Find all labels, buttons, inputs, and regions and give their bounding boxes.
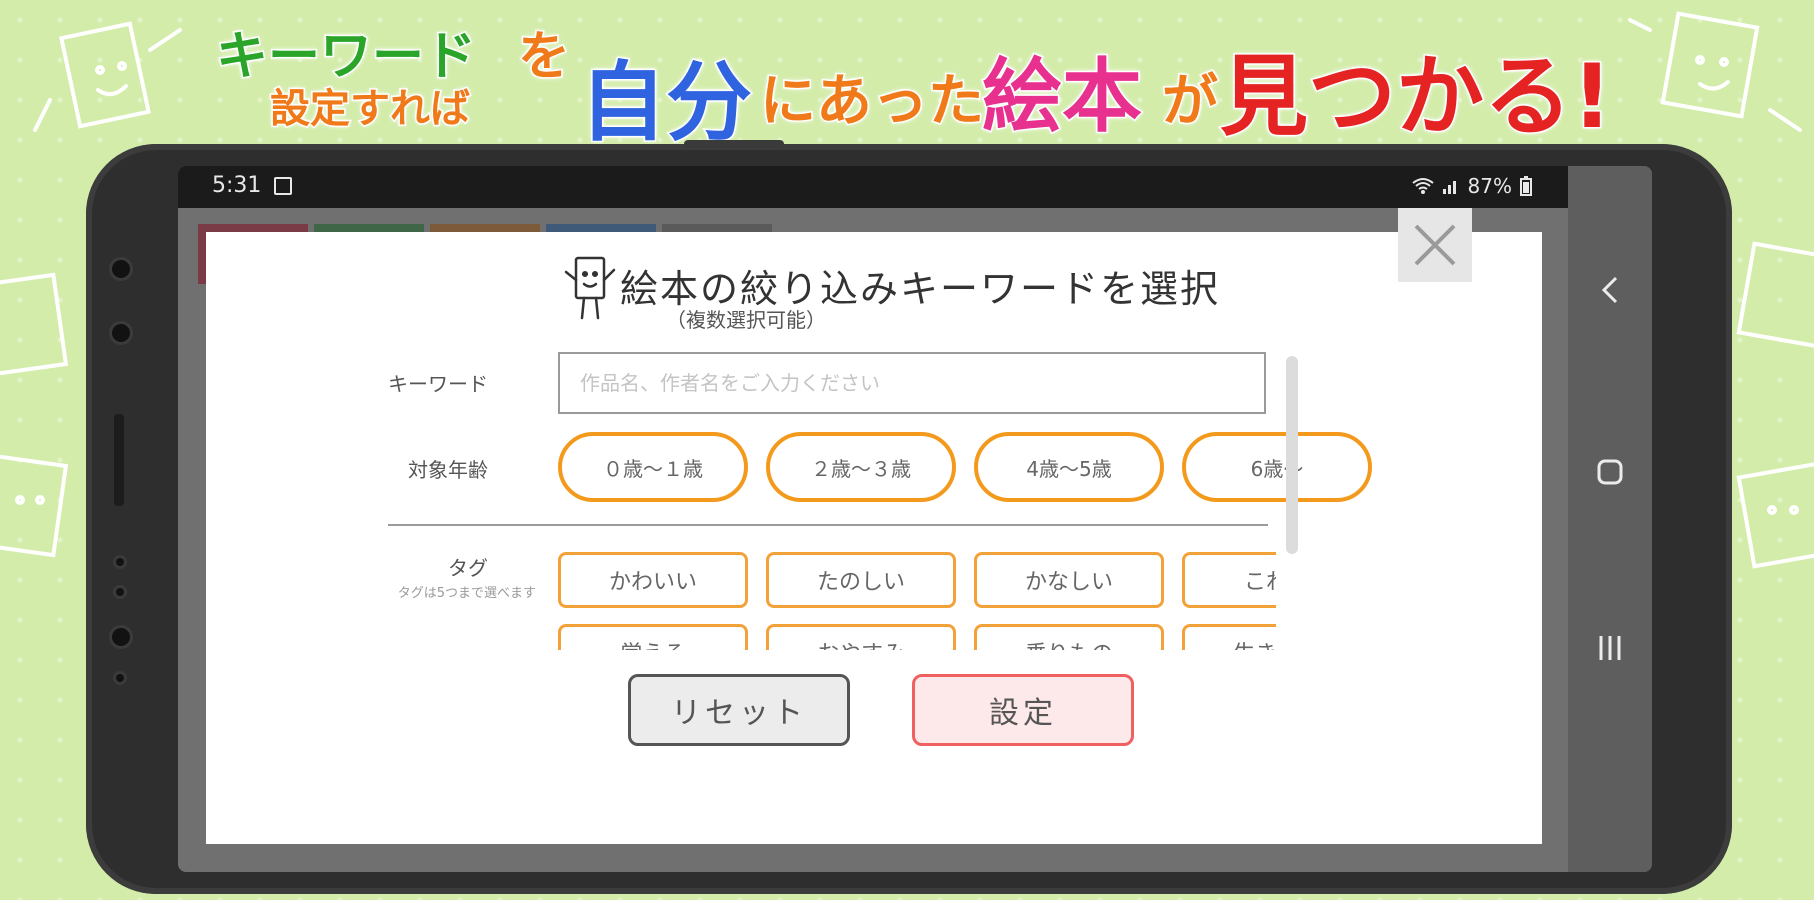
wifi-icon — [1411, 178, 1434, 194]
age-option-2-3[interactable]: ２歳〜３歳 — [766, 432, 956, 502]
sensor-dot — [116, 674, 124, 682]
headline-jibun: 自分 — [579, 52, 754, 155]
modal-scrollbar[interactable] — [1286, 356, 1298, 554]
keyword-input[interactable] — [558, 352, 1266, 414]
headline-ga: が — [1161, 68, 1220, 136]
tag-option[interactable]: 乗りもの — [974, 624, 1164, 650]
tag-list: かわいい たのしい かなしい こわい 覚える おやすみ 乗りもの 生きもの — [546, 546, 1276, 650]
mascot-book-icon — [564, 256, 616, 320]
tag-option[interactable]: かわいい — [558, 552, 748, 608]
headline-settei: 設定すれば — [269, 85, 472, 134]
phone-top-button — [684, 140, 784, 148]
tag-option[interactable]: 覚える — [558, 624, 748, 650]
battery-percent: 87% — [1467, 174, 1512, 198]
status-time: 5:31 — [212, 173, 262, 198]
headline-wo: を — [516, 26, 571, 89]
tag-option[interactable]: おやすみ — [766, 624, 956, 650]
phone-frame: 5:31 87% 絵本の絞り込みキーワードを選択 （複数選択可能） キーワード … — [86, 140, 1732, 894]
age-option-0-1[interactable]: ０歳〜１歳 — [558, 432, 748, 502]
promo-headline: キーワード を 設定すれば 自分 にあった 絵本 が 見つかる! — [0, 0, 1814, 155]
signal-icon — [1442, 181, 1456, 194]
headline-ehon: 絵本 — [981, 49, 1144, 145]
status-right: 87% — [1411, 174, 1532, 198]
age-option-4-5[interactable]: 4歳〜5歳 — [974, 432, 1164, 502]
gallery-icon — [274, 177, 292, 195]
section-divider — [388, 524, 1268, 526]
tag-option[interactable]: 生きもの — [1182, 624, 1276, 650]
sensor-dot — [116, 558, 124, 566]
tag-option[interactable]: たのしい — [766, 552, 956, 608]
front-sensor-icon — [112, 324, 130, 342]
side-button — [114, 414, 124, 506]
close-icon — [1414, 224, 1456, 266]
battery-icon — [1520, 176, 1532, 196]
submit-button[interactable]: 設定 — [912, 674, 1134, 746]
doodle-book-icon — [0, 272, 69, 558]
keyword-label: キーワード — [388, 372, 488, 396]
close-button[interactable] — [1398, 208, 1472, 282]
sensor-dot — [116, 588, 124, 596]
age-label: 対象年齢 — [408, 458, 488, 482]
rear-camera-icon — [112, 628, 130, 646]
nav-back-icon[interactable] — [1568, 260, 1652, 320]
filter-modal: 絵本の絞り込みキーワードを選択 （複数選択可能） キーワード 対象年齢 ０歳〜１… — [206, 232, 1542, 844]
front-camera-icon — [112, 260, 130, 278]
nav-home-icon[interactable] — [1568, 442, 1652, 502]
tag-label: タグ — [448, 556, 488, 580]
tag-option[interactable]: かなしい — [974, 552, 1164, 608]
headline-mitsukaru: 見つかる! — [1218, 44, 1613, 150]
navigation-bar — [1568, 166, 1652, 872]
status-bar: 5:31 87% — [178, 166, 1568, 208]
nav-recent-icon[interactable] — [1568, 618, 1652, 678]
modal-subtitle: （複数選択可能） — [666, 308, 826, 332]
headline-niatta: にあった — [759, 68, 986, 136]
tag-note: タグは5つまで選べます — [397, 586, 536, 601]
tag-option[interactable]: こわい — [1182, 552, 1276, 608]
reset-button[interactable]: リセット — [628, 674, 850, 746]
doodle-book-icon — [1736, 241, 1814, 569]
age-option-6[interactable]: 6歳〜 — [1182, 432, 1372, 502]
